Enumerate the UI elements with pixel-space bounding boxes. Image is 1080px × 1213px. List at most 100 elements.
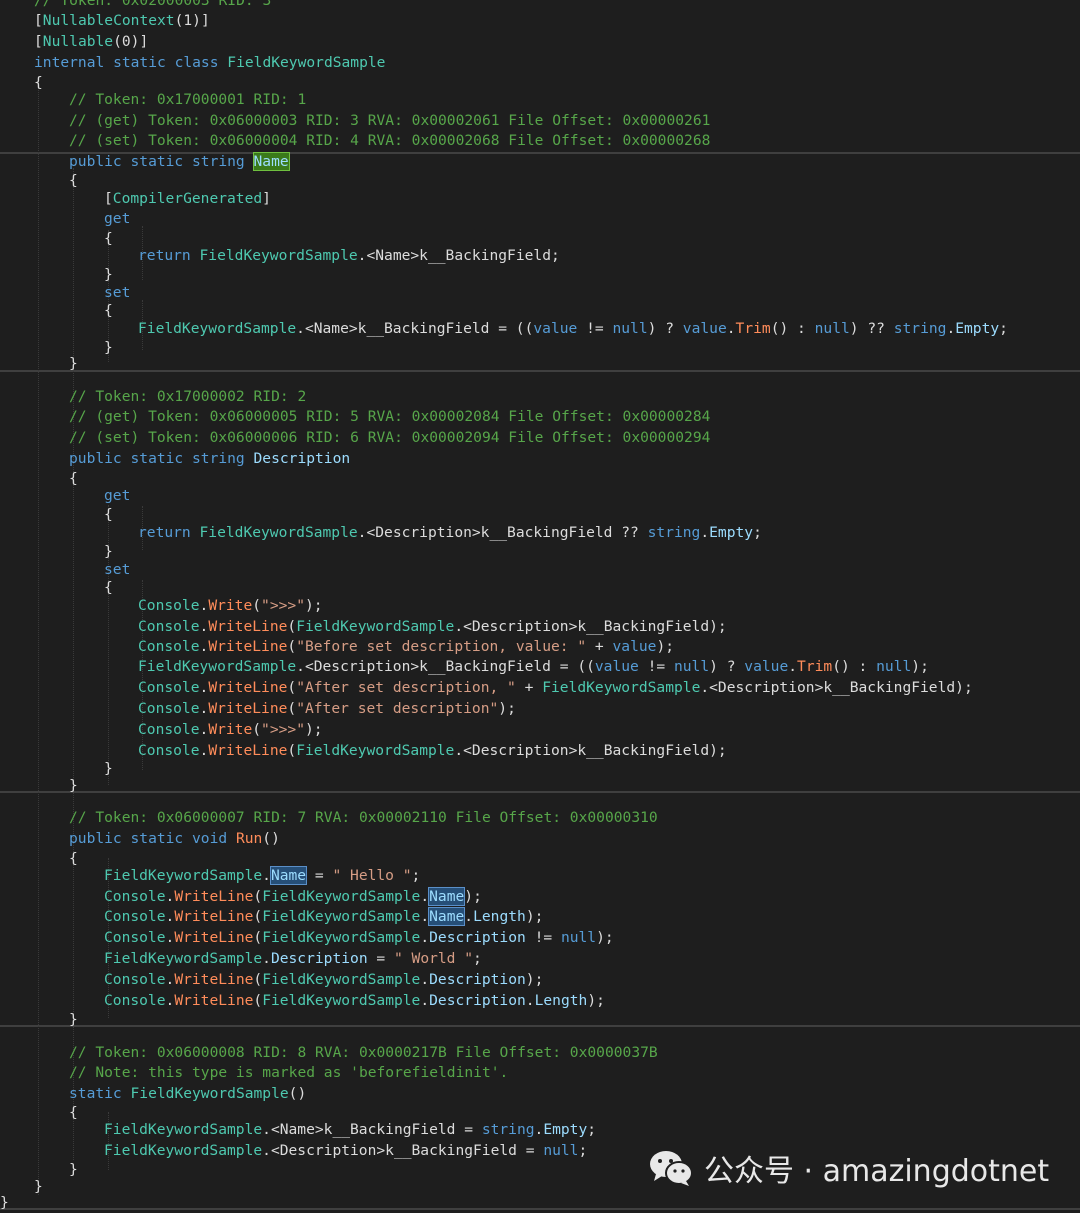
code-editor[interactable]: // Token: 0x02000003 RID: 3 [NullableCont… xyxy=(0,0,1080,1212)
code-token[interactable]: Name xyxy=(428,887,466,906)
code-line[interactable]: FieldKeywordSample.Name = " Hello "; xyxy=(104,865,420,886)
code-line[interactable]: [Nullable(0)] xyxy=(34,31,148,52)
code-line[interactable]: } xyxy=(0,1192,9,1213)
code-line[interactable]: Console.WriteLine(FieldKeywordSample.Nam… xyxy=(104,906,543,927)
code-token: CompilerGenerated xyxy=(112,190,263,207)
code-token: FieldKeywordSample xyxy=(296,742,455,759)
code-token: ( xyxy=(253,908,263,925)
code-token: ( xyxy=(253,971,263,988)
code-token: .<Description>k__BackingField); xyxy=(454,618,727,635)
code-line[interactable]: [NullableContext(1)] xyxy=(34,10,210,31)
code-token: ; xyxy=(578,1142,588,1159)
code-token: Console xyxy=(138,597,200,614)
code-line[interactable]: } xyxy=(104,758,113,779)
code-line[interactable]: } xyxy=(34,1176,43,1197)
code-separator xyxy=(0,791,1080,793)
code-token: ; xyxy=(999,320,1008,337)
code-line[interactable]: get xyxy=(104,485,130,506)
code-token: WriteLine xyxy=(208,638,288,655)
code-line[interactable]: } xyxy=(69,353,78,374)
code-line[interactable]: Console.WriteLine(FieldKeywordSample.Des… xyxy=(104,927,614,948)
code-line[interactable]: Console.WriteLine("After set description… xyxy=(138,698,516,719)
code-line[interactable]: Console.WriteLine(FieldKeywordSample.Nam… xyxy=(104,886,482,907)
code-line[interactable]: get xyxy=(104,208,130,229)
code-line[interactable]: } xyxy=(69,775,78,796)
code-token: { xyxy=(104,230,113,247)
code-line[interactable]: } xyxy=(69,1159,78,1180)
code-token: // (get) Token: 0x06000005 RID: 5 RVA: 0… xyxy=(69,408,711,425)
code-line[interactable]: } xyxy=(69,1009,78,1030)
code-line[interactable]: FieldKeywordSample.<Name>k__BackingField… xyxy=(138,318,1008,339)
code-line[interactable]: Console.WriteLine(FieldKeywordSample.Des… xyxy=(104,990,605,1011)
code-line[interactable]: } xyxy=(104,337,113,358)
code-token[interactable]: Name xyxy=(269,866,308,885)
code-token: ( xyxy=(253,992,263,1009)
code-line[interactable]: { xyxy=(69,1102,78,1123)
code-token: . xyxy=(165,992,175,1009)
code-line[interactable]: // Token: 0x06000007 RID: 7 RVA: 0x00002… xyxy=(69,807,658,828)
code-line[interactable]: FieldKeywordSample.<Description>k__Backi… xyxy=(138,656,929,677)
code-line[interactable]: Console.Write(">>>"); xyxy=(138,719,323,740)
code-token: Length xyxy=(534,992,588,1009)
code-token: Write xyxy=(208,597,253,614)
code-line[interactable]: // Note: this type is marked as 'beforef… xyxy=(69,1062,508,1083)
code-line[interactable]: [CompilerGenerated] xyxy=(104,188,271,209)
code-token: set xyxy=(104,561,131,578)
code-token[interactable]: Name xyxy=(252,152,290,171)
code-line[interactable]: // (get) Token: 0x06000003 RID: 3 RVA: 0… xyxy=(69,110,710,131)
code-token: FieldKeywordSample xyxy=(262,929,421,946)
code-token: string xyxy=(893,320,947,337)
code-line[interactable]: internal static class FieldKeywordSample xyxy=(34,52,385,73)
code-token: } xyxy=(104,760,113,777)
code-line[interactable]: Console.WriteLine(FieldKeywordSample.<De… xyxy=(138,740,727,761)
code-line[interactable]: { xyxy=(104,577,113,598)
code-line[interactable]: // Token: 0x17000001 RID: 1 xyxy=(69,89,306,110)
code-line[interactable]: Console.Write(">>>"); xyxy=(138,595,323,616)
code-token: . xyxy=(199,742,209,759)
code-line[interactable]: Console.WriteLine("Before set descriptio… xyxy=(138,636,674,657)
code-line[interactable]: public static string Description xyxy=(69,448,350,469)
code-token: "After set description" xyxy=(296,700,499,717)
code-line[interactable]: return FieldKeywordSample.<Name>k__Backi… xyxy=(138,245,560,266)
code-line[interactable]: { xyxy=(104,228,113,249)
code-token: ; xyxy=(411,867,421,884)
code-token: . xyxy=(464,908,474,925)
code-line[interactable]: // Token: 0x17000002 RID: 2 xyxy=(69,386,306,407)
code-token: ); xyxy=(587,992,605,1009)
code-line[interactable]: Console.WriteLine(FieldKeywordSample.Des… xyxy=(104,969,543,990)
code-line[interactable]: { xyxy=(34,72,43,93)
code-token[interactable]: Name xyxy=(428,907,466,926)
code-token: . xyxy=(262,867,271,884)
code-line[interactable]: // (set) Token: 0x06000006 RID: 6 RVA: 0… xyxy=(69,427,710,448)
code-line[interactable]: return FieldKeywordSample.<Description>k… xyxy=(138,522,762,543)
code-token: ( xyxy=(253,929,263,946)
code-token: string xyxy=(647,524,701,541)
code-line[interactable]: FieldKeywordSample.<Description>k__Backi… xyxy=(104,1140,587,1161)
code-token: Empty xyxy=(955,320,1000,337)
code-line[interactable]: { xyxy=(69,848,78,869)
code-line[interactable]: { xyxy=(104,300,113,321)
code-line[interactable]: // (get) Token: 0x06000005 RID: 5 RVA: 0… xyxy=(69,406,710,427)
watermark: 公众号 · amazingdotnet xyxy=(648,1144,1049,1192)
code-token: . xyxy=(199,638,209,655)
code-token: () : xyxy=(832,658,877,675)
code-line[interactable]: Console.WriteLine(FieldKeywordSample.<De… xyxy=(138,616,727,637)
code-token: <Name>k__BackingField; xyxy=(366,247,560,264)
code-line[interactable]: FieldKeywordSample.Description = " World… xyxy=(104,948,482,969)
code-line[interactable]: // Token: 0x06000008 RID: 8 RVA: 0x00002… xyxy=(69,1042,658,1063)
code-line[interactable]: // (set) Token: 0x06000004 RID: 4 RVA: 0… xyxy=(69,130,710,151)
code-token: . xyxy=(420,908,430,925)
code-line[interactable]: static FieldKeywordSample() xyxy=(69,1083,306,1104)
code-line[interactable]: { xyxy=(69,170,78,191)
code-token: public static string xyxy=(69,450,254,467)
code-line[interactable]: { xyxy=(104,504,113,525)
code-line[interactable]: public static void Run() xyxy=(69,828,280,849)
code-separator xyxy=(0,1208,1080,1210)
code-line[interactable]: public static string Name xyxy=(69,151,290,172)
code-line[interactable]: FieldKeywordSample.<Name>k__BackingField… xyxy=(104,1119,596,1140)
code-line[interactable]: { xyxy=(69,468,78,489)
code-line[interactable]: Console.WriteLine("After set description… xyxy=(138,677,973,698)
code-token: . xyxy=(700,524,710,541)
code-token: } xyxy=(69,1011,78,1028)
code-token: null xyxy=(814,320,850,337)
